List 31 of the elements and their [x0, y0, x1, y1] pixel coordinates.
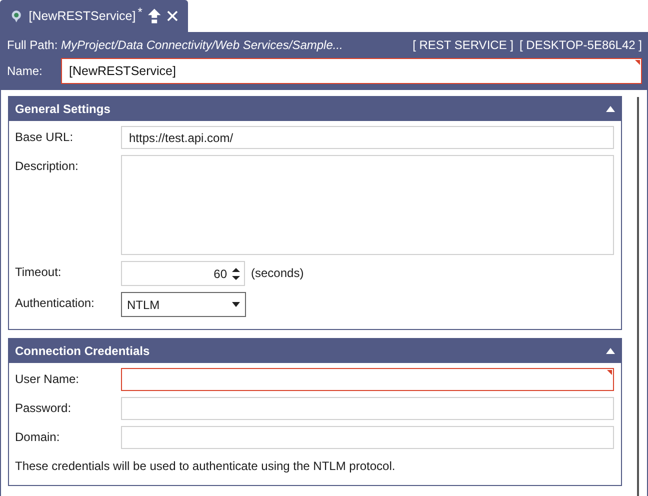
name-field[interactable]: [NewRESTService] — [61, 58, 642, 84]
input-field[interactable]: https://test.api.com/ — [121, 126, 614, 149]
description-field[interactable] — [121, 155, 614, 255]
scrollbar[interactable] — [637, 97, 639, 496]
note-text: These credentials will be used to authenticate using the NTLM protocol. — [15, 459, 396, 473]
field-label: Password: — [15, 400, 72, 417]
tab-title: [NewRESTService] — [28, 9, 136, 23]
section-header[interactable]: General Settings — [9, 97, 621, 121]
document-tab[interactable]: [NewRESTService] * — [0, 0, 188, 32]
field-label: Timeout: — [15, 264, 62, 281]
section-header[interactable]: Connection Credentials — [9, 339, 621, 363]
service-type: [ REST SERVICE ] — [412, 38, 514, 52]
name-label: Name: — [7, 64, 44, 78]
field-label: Authentication: — [15, 295, 96, 312]
field-label: Description: — [15, 158, 80, 175]
spinner-icon[interactable] — [232, 266, 240, 280]
caret-icon — [232, 302, 240, 307]
close-icon[interactable] — [167, 10, 178, 22]
field-label: User Name: — [15, 371, 80, 388]
field-label: Base URL: — [15, 129, 74, 146]
field-label: Domain: — [15, 429, 61, 446]
number-field[interactable]: 60 — [121, 261, 245, 286]
auth-dropdown[interactable]: NTLM — [121, 292, 246, 317]
unit-label: (seconds) — [251, 265, 304, 282]
path-label: Full Path: — [7, 38, 59, 52]
input-field[interactable] — [121, 368, 614, 391]
full-path: MyProject/Data Connectivity/Web Services/Sample... — [61, 38, 344, 52]
modified-mark: * — [138, 5, 142, 19]
host-name: [ DESKTOP-5E86L42 ] — [519, 38, 642, 52]
collapse-icon[interactable] — [606, 348, 615, 354]
collapse-icon[interactable] — [606, 106, 615, 112]
